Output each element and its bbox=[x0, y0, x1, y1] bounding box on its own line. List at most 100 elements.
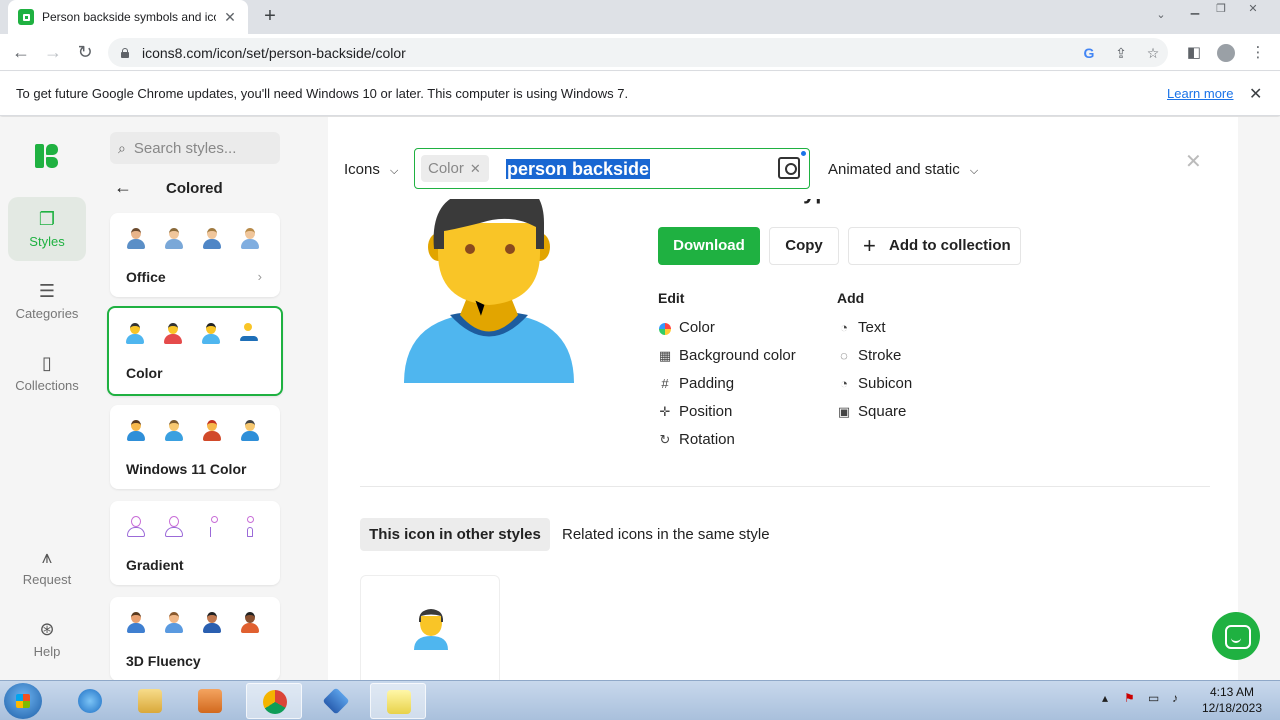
option-label: Background color bbox=[679, 347, 796, 364]
person-outline-icon bbox=[126, 515, 146, 539]
tab-search-chevron-icon[interactable]: ⌄ bbox=[1148, 8, 1174, 24]
add-to-collection-button[interactable]: + Add to collection bbox=[848, 227, 1021, 265]
icons8-favicon-icon bbox=[18, 9, 34, 25]
sticky-notes-icon bbox=[387, 690, 411, 714]
rail-label-categories: Categories bbox=[15, 306, 79, 321]
person-icon bbox=[126, 227, 146, 251]
infobar-close-icon[interactable]: ✕ bbox=[1249, 84, 1262, 104]
person-icon bbox=[202, 611, 222, 635]
download-button[interactable]: Download bbox=[658, 227, 760, 265]
style-card-label: 3D Fluency bbox=[126, 653, 201, 669]
chrome-menu-icon[interactable]: ⋮ bbox=[1247, 42, 1269, 64]
person-icon bbox=[164, 419, 184, 443]
learn-more-link[interactable]: Learn more bbox=[1167, 86, 1233, 101]
search-styles-box[interactable]: ⌕ bbox=[110, 132, 280, 164]
divider bbox=[360, 486, 1210, 487]
taskbar-ie[interactable] bbox=[62, 683, 118, 719]
back-arrow-icon[interactable]: ← bbox=[114, 177, 132, 198]
chrome-icon bbox=[263, 690, 287, 714]
chevron-down-icon: ⌵ bbox=[969, 165, 979, 177]
person-icon bbox=[240, 419, 260, 443]
option-label: Color bbox=[679, 319, 715, 336]
option-label: Position bbox=[679, 403, 733, 420]
start-button[interactable] bbox=[4, 683, 42, 719]
rail-item-categories[interactable]: ☰ Categories bbox=[8, 269, 86, 333]
style-card-windows11-color[interactable]: Windows 11 Color bbox=[110, 405, 280, 489]
standing-outline-icon bbox=[240, 515, 260, 539]
add-heading: Add bbox=[837, 290, 865, 306]
person-icon bbox=[164, 227, 184, 251]
reload-button[interactable]: ↻ bbox=[72, 40, 98, 66]
move-icon: ✛ bbox=[659, 404, 671, 419]
person-icon bbox=[202, 227, 222, 251]
request-icon: ⩚ bbox=[41, 547, 53, 567]
color-wheel-icon bbox=[659, 323, 671, 335]
new-tab-button[interactable]: + bbox=[258, 6, 282, 28]
infobar-message: To get future Google Chrome updates, you… bbox=[16, 86, 629, 101]
rail-item-request[interactable]: ⩚ Request bbox=[8, 535, 86, 599]
style-card-label: Windows 11 Color bbox=[126, 461, 247, 477]
taskbar-clock[interactable]: 4:13 AM 12/18/2023 bbox=[1196, 684, 1268, 716]
chat-support-button[interactable] bbox=[1212, 612, 1260, 660]
chip-label: Color bbox=[428, 160, 464, 177]
padding-icon: # bbox=[661, 376, 669, 391]
profile-avatar-icon[interactable] bbox=[1217, 44, 1235, 62]
volume-icon[interactable]: ♪ bbox=[1172, 691, 1178, 705]
style-preview-icons bbox=[126, 611, 260, 635]
remove-chip-icon[interactable]: ✕ bbox=[470, 161, 481, 177]
taskbar-notes[interactable] bbox=[370, 683, 426, 719]
image-search-icon[interactable] bbox=[778, 157, 800, 179]
taskbar-remote-app[interactable] bbox=[308, 683, 364, 719]
search-styles-input[interactable] bbox=[133, 139, 264, 157]
icons8-logo-icon[interactable] bbox=[35, 144, 59, 168]
panel-title: Colored bbox=[166, 180, 223, 197]
lock-icon[interactable] bbox=[120, 47, 130, 58]
rail-item-help[interactable]: ⊛ Help bbox=[8, 607, 86, 671]
bookmark-star-icon[interactable]: ☆ bbox=[1144, 44, 1162, 62]
taskbar-media-player[interactable] bbox=[182, 683, 238, 719]
icons8-page: ❐ Styles ☰ Categories ▯ Collections ⩚ Re… bbox=[0, 117, 1280, 680]
rail-label-help: Help bbox=[33, 644, 61, 659]
tab-other-styles[interactable]: This icon in other styles bbox=[360, 518, 550, 551]
tab-related-icons[interactable]: Related icons in the same style bbox=[562, 526, 770, 543]
subicon-icon: ◔ bbox=[840, 376, 848, 391]
back-button[interactable]: ← bbox=[8, 40, 34, 66]
close-window-button[interactable]: ✕ bbox=[1240, 2, 1266, 18]
chevron-right-icon: › bbox=[257, 269, 262, 284]
icon-type-dropdown[interactable]: Icons ⌵ bbox=[344, 161, 398, 178]
animation-filter-label: Animated and static bbox=[828, 161, 960, 178]
google-lens-icon[interactable]: G bbox=[1080, 44, 1098, 62]
styles-panel: ⌕ ← Colored Office › Color bbox=[94, 117, 296, 680]
style-card-3d-fluency[interactable]: 3D Fluency bbox=[110, 597, 280, 680]
search-query-input[interactable]: person backside bbox=[506, 159, 651, 179]
style-filter-chip[interactable]: Color ✕ bbox=[421, 155, 489, 182]
taskbar-explorer[interactable] bbox=[122, 683, 178, 719]
address-bar[interactable]: icons8.com/icon/set/person-backside/colo… bbox=[108, 38, 1168, 67]
browser-tab[interactable]: Person backside symbols and ico ✕ bbox=[8, 0, 248, 34]
side-panel-icon[interactable]: ◧ bbox=[1183, 42, 1205, 64]
icon-tile[interactable] bbox=[360, 575, 500, 680]
show-hidden-icons[interactable]: ▴ bbox=[1102, 691, 1108, 705]
copy-button[interactable]: Copy bbox=[769, 227, 839, 265]
search-box[interactable]: Color ✕ person backside bbox=[414, 148, 810, 189]
action-center-icon[interactable]: ⚑ bbox=[1124, 691, 1135, 705]
rail-item-collections[interactable]: ▯ Collections bbox=[8, 341, 86, 405]
clock-time: 4:13 AM bbox=[1209, 685, 1255, 699]
restore-button[interactable]: ❐ bbox=[1208, 2, 1234, 18]
style-card-gradient[interactable]: Gradient bbox=[110, 501, 280, 585]
style-card-office[interactable]: Office › bbox=[110, 213, 280, 297]
taskbar-chrome[interactable] bbox=[246, 683, 302, 719]
option-label: Text bbox=[858, 319, 886, 336]
animation-filter-dropdown[interactable]: Animated and static ⌵ bbox=[828, 161, 978, 178]
style-card-color[interactable]: Color bbox=[107, 306, 283, 396]
close-modal-icon[interactable]: ✕ bbox=[1185, 149, 1202, 174]
minimize-button[interactable]: ▁ bbox=[1182, 2, 1208, 18]
swimmer-icon bbox=[239, 322, 259, 346]
rotate-icon: ↻ bbox=[659, 432, 671, 447]
forward-button[interactable]: → bbox=[40, 40, 66, 66]
rail-item-styles[interactable]: ❐ Styles bbox=[8, 197, 86, 261]
update-infobar: To get future Google Chrome updates, you… bbox=[0, 72, 1280, 116]
network-icon[interactable]: ▭ bbox=[1148, 691, 1159, 705]
share-icon[interactable]: ⇪ bbox=[1112, 44, 1130, 62]
close-tab-icon[interactable]: ✕ bbox=[222, 9, 238, 26]
